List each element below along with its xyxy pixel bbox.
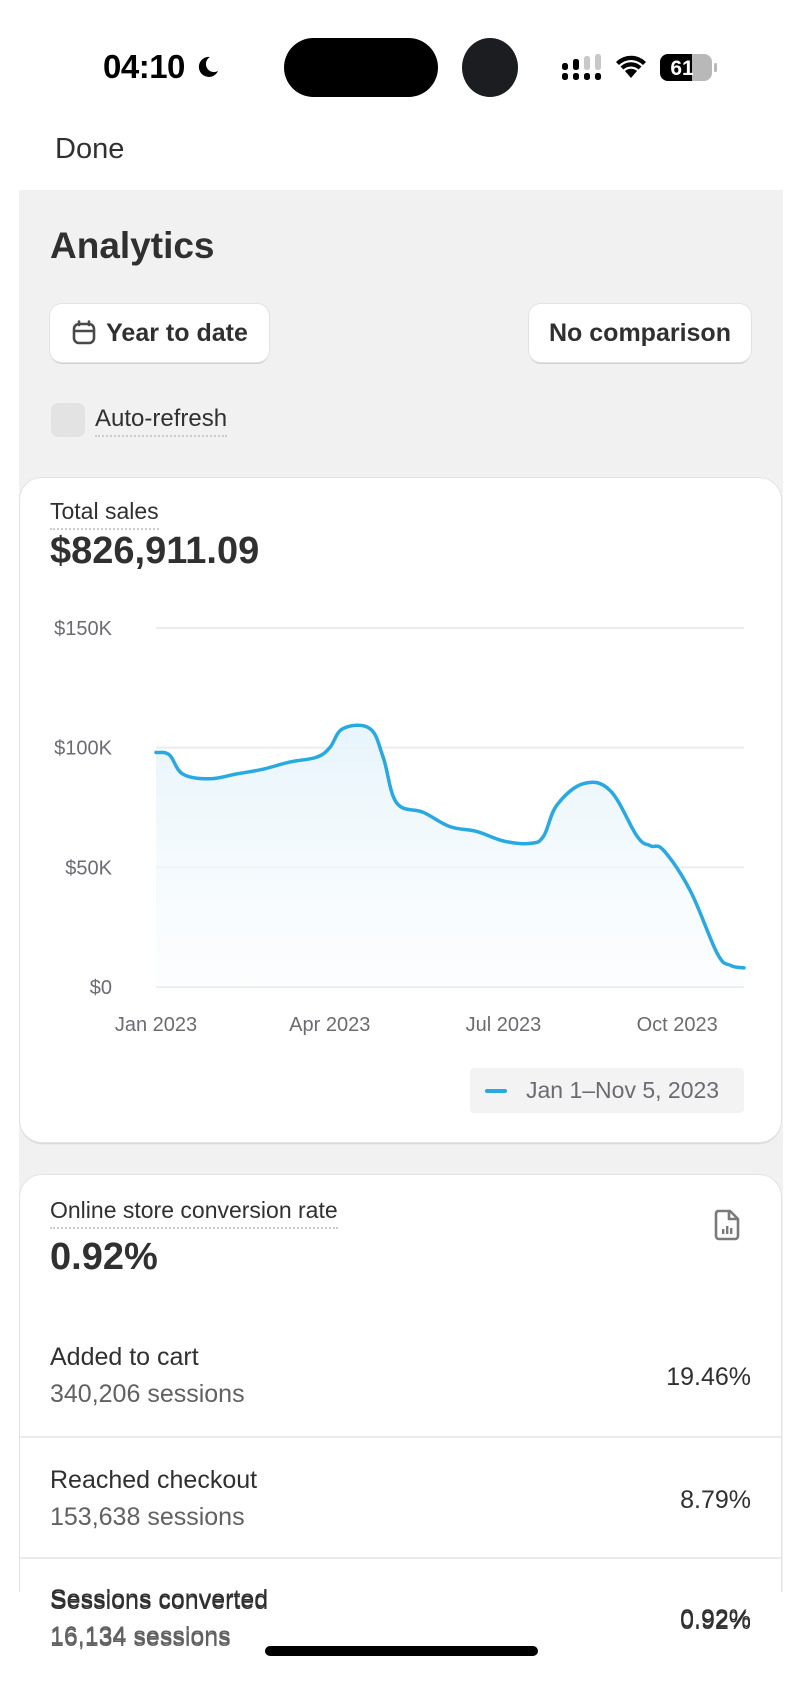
funnel-row-reached-checkout[interactable]: Reached checkout 153,638 sessions 8.79%	[20, 1436, 781, 1557]
status-bar: 04:10 61	[0, 0, 801, 120]
row-sessions: 16,134 sessions	[50, 1622, 231, 1650]
row-percent: 19.46%	[666, 1363, 751, 1391]
date-range-label: Year to date	[106, 318, 248, 347]
auto-refresh-checkbox[interactable]	[51, 403, 85, 437]
battery-level: 61	[670, 57, 694, 80]
chart-legend[interactable]: Jan 1–Nov 5, 2023	[470, 1068, 744, 1113]
page-title: Analytics	[50, 225, 215, 266]
y-tick-label: $100K	[54, 738, 112, 760]
row-percent: 0.92%	[680, 1605, 751, 1633]
auto-refresh-label[interactable]: Auto-refresh	[95, 405, 228, 437]
row-percent: 8.79%	[680, 1486, 751, 1514]
x-tick-label: Jan 2023	[115, 1014, 197, 1036]
calendar-icon	[72, 320, 96, 345]
comparison-button[interactable]: No comparison	[529, 304, 751, 362]
x-tick-label: Jul 2023	[466, 1014, 542, 1036]
funnel-row-added-to-cart[interactable]: Added to cart 340,206 sessions 19.46%	[20, 1315, 781, 1436]
status-time: 04:10	[103, 48, 185, 85]
funnel-row-sessions-converted-overlay[interactable]: Sessions converted 16,134 sessions 0.92%	[20, 1557, 781, 1678]
row-title: Reached checkout	[50, 1466, 258, 1494]
battery-icon: 61	[660, 54, 717, 81]
x-tick-label: Oct 2023	[637, 1014, 718, 1036]
home-indicator[interactable]	[265, 1646, 538, 1656]
total-sales-card: Total sales $826,911.09 $0 $50K $100K $150K…	[20, 478, 781, 1142]
row-title: Sessions converted	[50, 1585, 269, 1613]
legend-swatch	[485, 1088, 507, 1093]
dynamic-island	[284, 38, 438, 97]
x-tick-label: Apr 2023	[289, 1014, 370, 1036]
done-button[interactable]: Done	[55, 133, 124, 166]
wifi-icon	[616, 55, 646, 78]
comparison-label: No comparison	[549, 318, 731, 347]
moon-icon	[198, 56, 218, 77]
cellular-signal-icon	[562, 54, 601, 80]
row-sessions: 340,206 sessions	[50, 1380, 245, 1408]
date-range-button[interactable]: Year to date	[50, 304, 269, 362]
total-sales-chart: $0 $50K $100K $150K Jan 2023 Apr 2023 Jul 202…	[54, 618, 746, 1036]
conversion-rate-label[interactable]: Online store conversion rate	[50, 1197, 338, 1229]
row-title: Added to cart	[50, 1343, 199, 1371]
conversion-rate-value: 0.92%	[50, 1236, 158, 1278]
front-camera	[462, 38, 518, 97]
series-area	[156, 725, 744, 987]
report-icon[interactable]	[713, 1209, 741, 1241]
y-tick-label: $0	[90, 977, 112, 999]
y-tick-label: $50K	[65, 857, 112, 879]
y-tick-label: $150K	[54, 618, 112, 640]
row-sessions: 153,638 sessions	[50, 1503, 245, 1531]
legend-label: Jan 1–Nov 5, 2023	[526, 1077, 720, 1103]
